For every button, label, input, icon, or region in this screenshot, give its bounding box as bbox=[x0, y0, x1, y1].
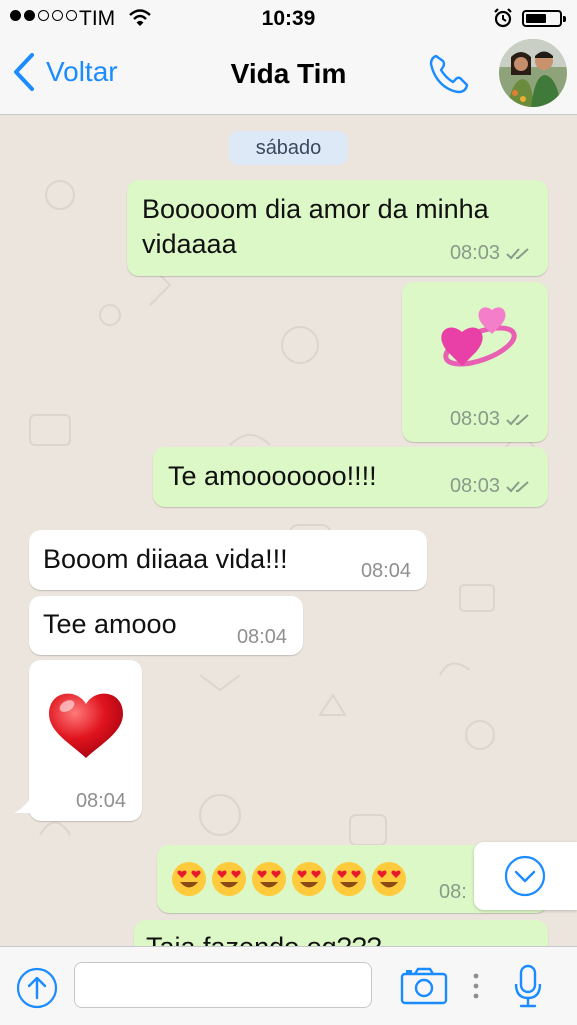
chat-area[interactable]: sábado Booooom dia amor da minha vidaaaa… bbox=[0, 115, 577, 946]
more-options-icon[interactable] bbox=[472, 973, 480, 999]
phone-call-icon[interactable] bbox=[426, 52, 470, 96]
message-text: Te amooooooo!!!! bbox=[168, 461, 377, 491]
chevron-left-icon bbox=[14, 53, 34, 91]
double-check-icon bbox=[506, 413, 529, 425]
heart-eyes-emoji-icon bbox=[212, 862, 246, 896]
back-label: Voltar bbox=[46, 56, 118, 87]
message-time: 08:03 bbox=[449, 408, 500, 430]
message-text: Booom diiaaa vida!!! bbox=[43, 544, 288, 574]
bubble-tail-incoming bbox=[14, 795, 32, 813]
double-check-icon bbox=[506, 247, 529, 259]
heart-eyes-emoji-icon bbox=[172, 862, 206, 896]
message-bubble-outgoing[interactable]: Taja fazendo oq??? bbox=[134, 920, 548, 946]
status-time: 10:39 bbox=[261, 7, 316, 30]
red-heart-sticker-icon bbox=[49, 693, 123, 758]
message-meta: 08:04 bbox=[361, 560, 411, 583]
message-meta: 08:03 bbox=[450, 475, 532, 498]
battery-icon bbox=[522, 10, 566, 27]
message-meta: 08:03 bbox=[450, 408, 532, 431]
camera-icon[interactable] bbox=[400, 967, 448, 1005]
two-hearts-sticker-icon bbox=[441, 307, 517, 367]
message-meta: 08:04 bbox=[76, 790, 126, 813]
heart-eyes-emoji-row bbox=[171, 861, 407, 897]
message-meta: 08:03 bbox=[450, 242, 532, 265]
message-text: Tee amooo bbox=[43, 609, 177, 639]
message-time: 08:03 bbox=[449, 242, 500, 264]
chevron-down-circle-icon bbox=[504, 855, 546, 897]
message-time: 08:03 bbox=[449, 475, 500, 497]
heart-eyes-emoji-icon bbox=[372, 862, 406, 896]
back-button[interactable]: Voltar bbox=[12, 52, 118, 92]
alarm-icon bbox=[494, 8, 512, 28]
message-bubble-outgoing[interactable]: Te amooooooo!!!! 08:03 bbox=[153, 447, 548, 507]
message-input[interactable] bbox=[74, 962, 372, 1008]
message-meta: 08: bbox=[439, 881, 467, 904]
microphone-icon[interactable] bbox=[513, 964, 543, 1008]
heart-eyes-emoji-icon bbox=[252, 862, 286, 896]
contact-avatar[interactable] bbox=[499, 39, 567, 107]
message-input-bar bbox=[0, 946, 577, 1025]
heart-eyes-emoji-icon bbox=[292, 862, 326, 896]
message-bubble-outgoing[interactable]: 08:03 bbox=[402, 282, 548, 442]
message-time: 08:04 bbox=[75, 790, 126, 812]
attach-arrow-up-icon[interactable] bbox=[16, 967, 58, 1009]
message-bubble-incoming[interactable]: Booom diiaaa vida!!! 08:04 bbox=[29, 530, 427, 590]
message-bubble-outgoing[interactable]: Booooom dia amor da minha vidaaaa 08:03 bbox=[127, 180, 548, 276]
message-meta: 08:04 bbox=[237, 626, 287, 649]
message-bubble-incoming[interactable]: Tee amooo 08:04 bbox=[29, 596, 303, 655]
day-separator: sábado bbox=[229, 131, 348, 165]
status-bar: TIM 10:39 bbox=[0, 0, 577, 38]
message-time: 08:04 bbox=[236, 626, 287, 648]
double-check-icon bbox=[506, 480, 529, 492]
chat-header: Voltar Vida Tim bbox=[0, 38, 577, 115]
heart-eyes-emoji-icon bbox=[332, 862, 366, 896]
message-text: Taja fazendo oq??? bbox=[146, 930, 382, 946]
message-time: 08:04 bbox=[360, 560, 411, 582]
message-time: 08: bbox=[439, 881, 467, 903]
scroll-to-bottom-button[interactable] bbox=[474, 842, 577, 910]
message-bubble-incoming[interactable]: 08:04 bbox=[29, 660, 142, 821]
